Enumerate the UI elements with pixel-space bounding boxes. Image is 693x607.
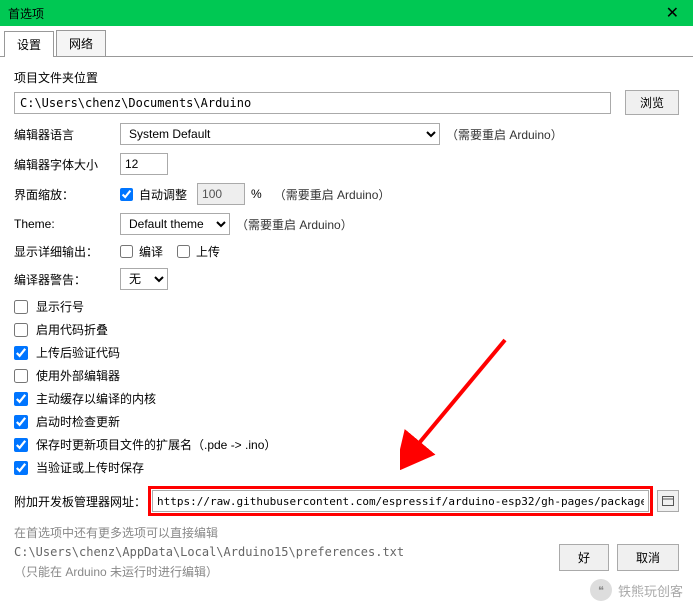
theme-select[interactable]: Default theme <box>120 213 230 235</box>
wechat-icon: ❝ <box>590 579 612 601</box>
tab-strip: 设置 网络 <box>0 26 693 57</box>
verbose-upload-label: 上传 <box>196 243 220 260</box>
browse-button[interactable]: 浏览 <box>625 90 679 115</box>
cancel-button[interactable]: 取消 <box>617 544 679 571</box>
restart-hint-3: （需要重启 Arduino） <box>236 216 353 233</box>
font-size-input[interactable] <box>120 153 168 175</box>
theme-label: Theme: <box>14 217 114 231</box>
sketchbook-path-input[interactable] <box>14 92 611 114</box>
cb-codefold[interactable] <box>14 323 28 337</box>
editor-lang-select[interactable]: System Default <box>120 123 440 145</box>
cb-external-editor[interactable] <box>14 369 28 383</box>
content-pane: 项目文件夹位置 浏览 编辑器语言 System Default （需要重启 Ar… <box>0 57 693 592</box>
boards-url-expand-button[interactable] <box>657 490 679 512</box>
boards-url-highlight <box>148 486 653 516</box>
verbose-upload-checkbox[interactable] <box>177 245 190 258</box>
cb-check-updates[interactable] <box>14 415 28 429</box>
scale-pct-label: % <box>251 187 262 201</box>
editor-lang-label: 编辑器语言 <box>14 126 114 143</box>
tab-network[interactable]: 网络 <box>56 30 106 56</box>
cb-aggr-cache-label: 主动缓存以编译的内核 <box>36 390 156 407</box>
cb-check-updates-label: 启动时检查更新 <box>36 413 120 430</box>
scale-auto-label: 自动调整 <box>139 186 187 203</box>
verbose-compile-checkbox[interactable] <box>120 245 133 258</box>
verbose-compile-label: 编译 <box>139 243 163 260</box>
cb-save-verify-label: 当验证或上传时保存 <box>36 459 144 476</box>
cb-save-verify[interactable] <box>14 461 28 475</box>
watermark-text: 铁熊玩创客 <box>618 581 683 600</box>
warnings-select[interactable]: 无 <box>120 268 168 290</box>
title-bar: 首选项 ✕ <box>0 0 693 26</box>
boards-url-label: 附加开发板管理器网址： <box>14 493 146 510</box>
cb-linenum-label: 显示行号 <box>36 298 84 315</box>
sketchbook-label: 项目文件夹位置 <box>14 69 679 86</box>
cb-linenum[interactable] <box>14 300 28 314</box>
cb-update-ext[interactable] <box>14 438 28 452</box>
cb-external-editor-label: 使用外部编辑器 <box>36 367 120 384</box>
scale-label: 界面缩放： <box>14 186 114 203</box>
scale-auto-checkbox[interactable] <box>120 188 133 201</box>
watermark: ❝ 铁熊玩创客 <box>590 579 683 601</box>
ok-button[interactable]: 好 <box>559 544 609 571</box>
more-prefs-text: 在首选项中还有更多选项可以直接编辑 <box>14 524 679 541</box>
restart-hint-1: （需要重启 Arduino） <box>446 126 563 143</box>
window-icon <box>662 496 674 506</box>
window-title: 首选项 <box>8 5 44 22</box>
cb-aggr-cache[interactable] <box>14 392 28 406</box>
scale-value-input <box>197 183 245 205</box>
close-icon[interactable]: ✕ <box>660 3 685 23</box>
verbose-label: 显示详细输出： <box>14 243 114 260</box>
cb-verify-upload[interactable] <box>14 346 28 360</box>
font-size-label: 编辑器字体大小 <box>14 156 114 173</box>
restart-hint-2: （需要重启 Arduino） <box>274 186 391 203</box>
cb-codefold-label: 启用代码折叠 <box>36 321 108 338</box>
cb-update-ext-label: 保存时更新项目文件的扩展名（.pde -> .ino） <box>36 436 276 453</box>
cb-verify-upload-label: 上传后验证代码 <box>36 344 120 361</box>
warnings-label: 编译器警告： <box>14 271 114 288</box>
boards-url-input[interactable] <box>152 490 649 512</box>
tab-settings[interactable]: 设置 <box>4 31 54 57</box>
dialog-buttons: 好 取消 <box>559 544 679 571</box>
